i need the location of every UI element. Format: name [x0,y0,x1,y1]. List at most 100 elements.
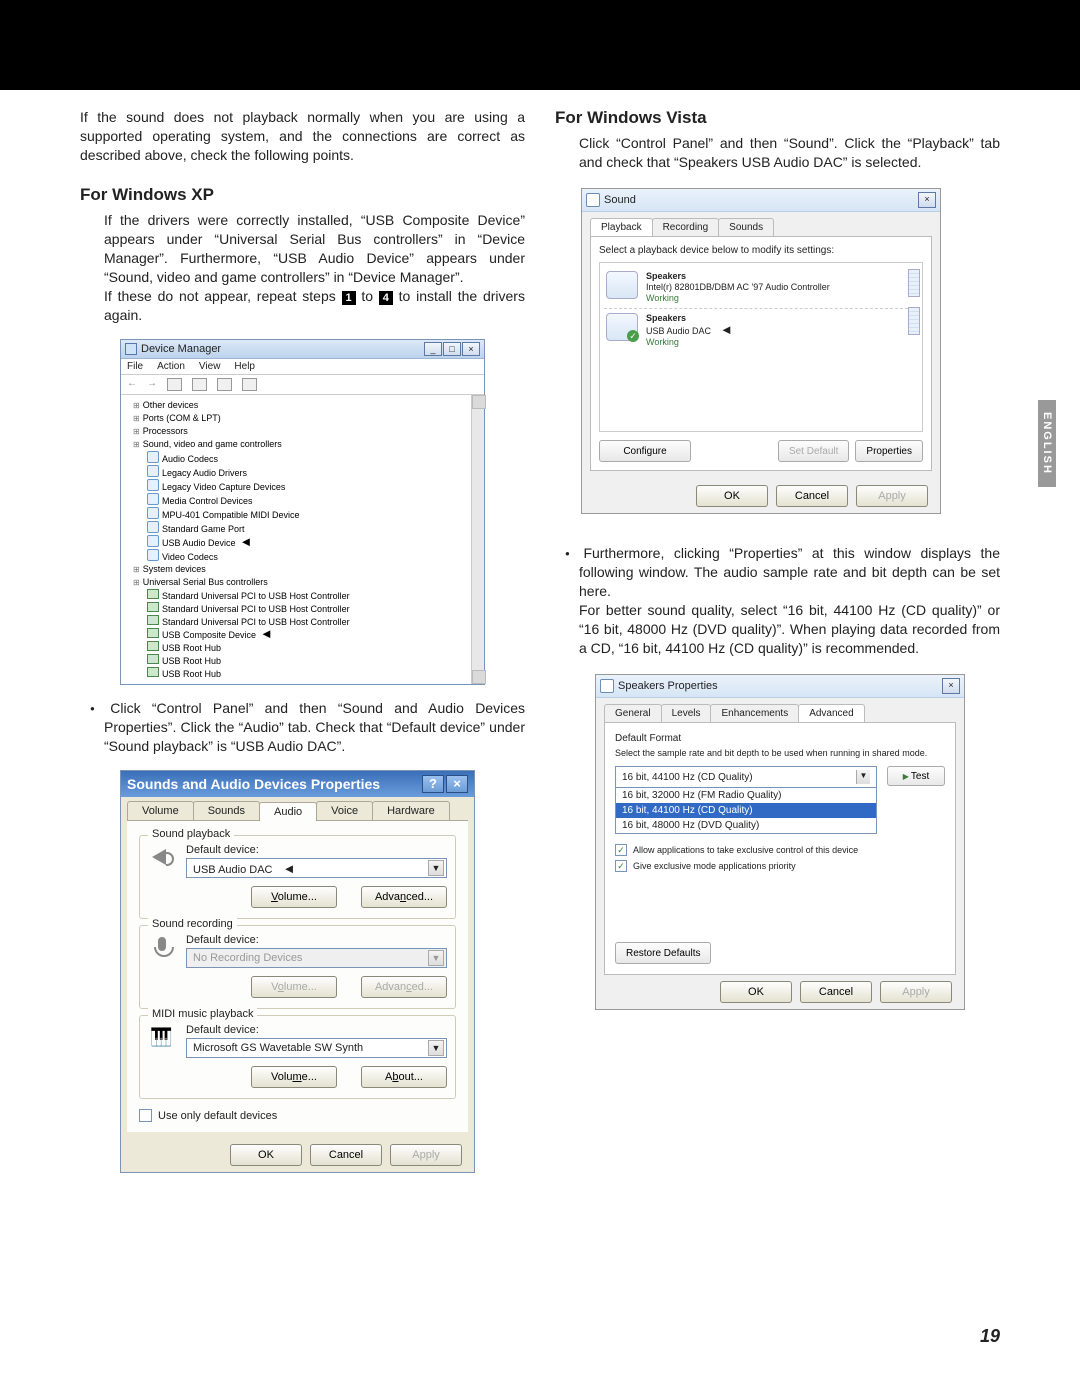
playback-volume-button[interactable]: Volume... [251,886,337,908]
properties-button[interactable]: Properties [855,440,923,462]
minimize-button[interactable]: _ [424,342,442,356]
chevron-down-icon[interactable]: ▼ [428,1040,444,1056]
use-default-checkbox[interactable] [139,1109,152,1122]
tree-system-devices[interactable]: System devices [133,563,476,576]
format-option-selected[interactable]: 16 bit, 44100 Hz (CD Quality) [616,803,876,818]
tree-other-devices[interactable]: Other devices [133,399,476,412]
cancel-button[interactable]: Cancel [776,485,848,507]
microphone-icon [150,934,176,960]
tab-levels[interactable]: Levels [661,704,712,722]
midi-icon: 🎹 [150,1024,176,1050]
tab-sounds[interactable]: Sounds [193,801,260,820]
playback-advanced-button[interactable]: Advanced... [361,886,447,908]
device-item-2[interactable]: Speakers USB Audio DAC ◄ Working [604,308,918,352]
heading-windows-vista: For Windows Vista [555,108,1000,128]
toolbar-icon-1[interactable] [167,378,182,391]
ok-button[interactable]: OK [230,1144,302,1166]
tab-hardware[interactable]: Hardware [372,801,450,820]
group-midi-playback: MIDI music playback [148,1008,257,1020]
playback-device-dropdown[interactable]: USB Audio DAC ◄ ▼ [186,858,447,878]
tree-item[interactable]: USB Root Hub [147,641,476,654]
tree-item[interactable]: Audio Codecs [147,451,476,465]
close-button[interactable]: × [918,192,936,208]
device-tree[interactable]: Other devices Ports (COM & LPT) Processo… [121,395,484,684]
apply-button[interactable]: Apply [880,981,952,1003]
forward-icon[interactable]: → [147,378,157,391]
toolbar-icon-3[interactable] [217,378,232,391]
cancel-button[interactable]: Cancel [800,981,872,1003]
tab-advanced[interactable]: Advanced [798,704,864,722]
tree-item[interactable]: Standard Universal PCI to USB Host Contr… [147,602,476,615]
device-item-1[interactable]: Speakers Intel(r) 82801DB/DBM AC '97 Aud… [604,267,918,308]
tab-sounds[interactable]: Sounds [718,218,774,236]
menu-view[interactable]: View [199,361,221,372]
tree-item[interactable]: Standard Universal PCI to USB Host Contr… [147,589,476,602]
chevron-down-icon[interactable]: ▼ [856,770,870,784]
format-option-list[interactable]: 16 bit, 32000 Hz (FM Radio Quality) 16 b… [616,787,876,833]
tab-volume[interactable]: Volume [127,801,194,820]
format-option[interactable]: 16 bit, 32000 Hz (FM Radio Quality) [616,788,876,803]
vista-titlebar[interactable]: Sound × [582,189,940,212]
toolbar-icon-4[interactable] [242,378,257,391]
midi-volume-button[interactable]: Volume... [251,1066,337,1088]
toolbar-icon-2[interactable] [192,378,207,391]
device-desc: USB Audio DAC ◄ [646,324,733,337]
test-button[interactable]: Test [887,766,945,786]
cancel-button[interactable]: Cancel [310,1144,382,1166]
apply-button[interactable]: Apply [856,485,928,507]
set-default-button[interactable]: Set Default [778,440,849,462]
midi-about-button[interactable]: About... [361,1066,447,1088]
tree-usb-controllers[interactable]: Universal Serial Bus controllers Standar… [133,576,476,680]
tab-enhancements[interactable]: Enhancements [710,704,799,722]
tab-voice[interactable]: Voice [316,801,373,820]
back-icon[interactable]: ← [127,378,137,391]
sp-titlebar[interactable]: Speakers Properties × [596,675,964,698]
configure-button[interactable]: Configure [599,440,691,462]
tree-item[interactable]: Standard Game Port [147,521,476,535]
tree-item[interactable]: Media Control Devices [147,493,476,507]
tree-usb-composite-device[interactable]: USB Composite Device◄ [147,628,476,641]
playback-device-list[interactable]: Speakers Intel(r) 82801DB/DBM AC '97 Aud… [599,262,923,432]
format-option[interactable]: 16 bit, 48000 Hz (DVD Quality) [616,818,876,833]
tree-usb-audio-device[interactable]: USB Audio Device◄ [147,535,476,549]
dm-titlebar[interactable]: Device Manager _ □ × [121,340,484,359]
tree-item[interactable]: Standard Universal PCI to USB Host Contr… [147,615,476,628]
tree-item[interactable]: Video Codecs [147,549,476,563]
tree-ports[interactable]: Ports (COM & LPT) [133,412,476,425]
close-button[interactable]: × [462,342,480,356]
tree-sound-video-game[interactable]: Sound, video and game controllers Audio … [133,438,476,563]
tree-item[interactable]: USB Root Hub [147,654,476,667]
tree-item[interactable]: MPU-401 Compatible MIDI Device [147,507,476,521]
close-button[interactable]: × [446,775,468,793]
recording-device-dropdown[interactable]: No Recording Devices ▼ [186,948,447,968]
exclusive-priority-checkbox[interactable]: ✓ [615,860,627,872]
tab-audio[interactable]: Audio [259,802,317,821]
tab-playback[interactable]: Playback [590,218,653,236]
recording-advanced-button[interactable]: Advanced... [361,976,447,998]
apply-button[interactable]: Apply [390,1144,462,1166]
tab-general[interactable]: General [604,704,662,722]
tab-recording[interactable]: Recording [652,218,720,236]
chevron-down-icon[interactable]: ▼ [428,860,444,876]
help-button[interactable]: ? [422,775,444,793]
menu-action[interactable]: Action [157,361,185,372]
vista-sound-window: Sound × Playback Recording Sounds Select… [581,188,941,514]
menu-help[interactable]: Help [234,361,255,372]
tree-item[interactable]: Legacy Audio Drivers [147,465,476,479]
format-combobox[interactable]: 16 bit, 44100 Hz (CD Quality) ▼ 16 bit, … [615,766,877,834]
menu-file[interactable]: File [127,361,143,372]
recording-volume-button[interactable]: Volume... [251,976,337,998]
scrollbar[interactable] [471,395,484,684]
ok-button[interactable]: OK [696,485,768,507]
sad-titlebar[interactable]: Sounds and Audio Devices Properties ? × [121,771,474,797]
exclusive-control-checkbox[interactable]: ✓ [615,844,627,856]
tree-item[interactable]: Legacy Video Capture Devices [147,479,476,493]
midi-device-dropdown[interactable]: Microsoft GS Wavetable SW Synth ▼ [186,1038,447,1058]
maximize-button[interactable]: □ [443,342,461,356]
close-button[interactable]: × [942,678,960,694]
tree-item[interactable]: USB Root Hub [147,667,476,680]
tree-processors[interactable]: Processors [133,425,476,438]
restore-defaults-button[interactable]: Restore Defaults [615,942,711,964]
ok-button[interactable]: OK [720,981,792,1003]
chevron-down-icon[interactable]: ▼ [428,950,444,966]
